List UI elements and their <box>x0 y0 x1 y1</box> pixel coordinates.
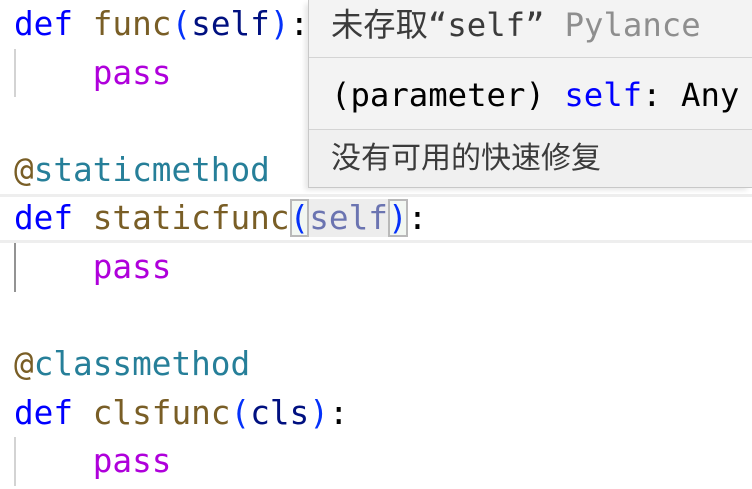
signature-colon: : <box>642 76 662 114</box>
parameter-self[interactable]: self <box>191 5 270 43</box>
decorator-classmethod[interactable]: classmethod <box>34 345 250 383</box>
diagnostic-source: Pylance <box>564 6 701 44</box>
keyword-pass[interactable]: pass <box>93 442 172 480</box>
keyword-pass[interactable]: pass <box>93 54 172 92</box>
open-paren[interactable]: ( <box>171 5 191 43</box>
colon[interactable]: : <box>290 5 310 43</box>
parameter-cls[interactable]: cls <box>250 394 309 432</box>
hover-tooltip: 未存取“self” Pylance (parameter) self: Any 没… <box>308 0 752 188</box>
decorator-at-sign[interactable]: @ <box>14 151 34 189</box>
open-paren[interactable]: ( <box>231 394 251 432</box>
code-line-7[interactable] <box>0 292 752 341</box>
signature-kind: (parameter) <box>331 76 545 114</box>
code-line-5[interactable]: def staticfunc(self): <box>0 194 752 243</box>
parameter-self-unused[interactable]: self <box>309 199 388 238</box>
hover-status-bar: 没有可用的快速修复 <box>309 130 752 187</box>
code-line-10[interactable]: pass <box>0 437 752 486</box>
close-paren[interactable]: ) <box>270 5 290 43</box>
function-name-clsfunc[interactable]: clsfunc <box>93 394 231 432</box>
close-paren-matched[interactable]: ) <box>387 199 408 238</box>
decorator-at-sign[interactable]: @ <box>14 345 34 383</box>
signature-type: Any <box>681 76 740 114</box>
diagnostic-row: 未存取“self” Pylance <box>309 0 752 58</box>
function-name-func[interactable]: func <box>93 5 172 43</box>
function-name-staticfunc[interactable]: staticfunc <box>93 199 290 237</box>
colon[interactable]: : <box>329 394 349 432</box>
keyword-def[interactable]: def <box>14 5 73 43</box>
close-paren[interactable]: ) <box>309 394 329 432</box>
code-line-9[interactable]: def clsfunc(cls): <box>0 389 752 438</box>
code-line-8[interactable]: @classmethod <box>0 340 752 389</box>
signature-row: (parameter) self: Any <box>309 58 752 130</box>
code-line-6[interactable]: pass <box>0 243 752 292</box>
signature-name: self <box>564 76 643 114</box>
keyword-def[interactable]: def <box>14 199 73 237</box>
diagnostic-message: 未存取“self” <box>331 6 545 44</box>
open-paren-matched[interactable]: ( <box>289 199 310 238</box>
no-quick-fixes-text: 没有可用的快速修复 <box>331 142 601 175</box>
decorator-staticmethod[interactable]: staticmethod <box>34 151 270 189</box>
colon[interactable]: : <box>408 199 428 237</box>
keyword-pass[interactable]: pass <box>93 248 172 286</box>
keyword-def[interactable]: def <box>14 394 73 432</box>
